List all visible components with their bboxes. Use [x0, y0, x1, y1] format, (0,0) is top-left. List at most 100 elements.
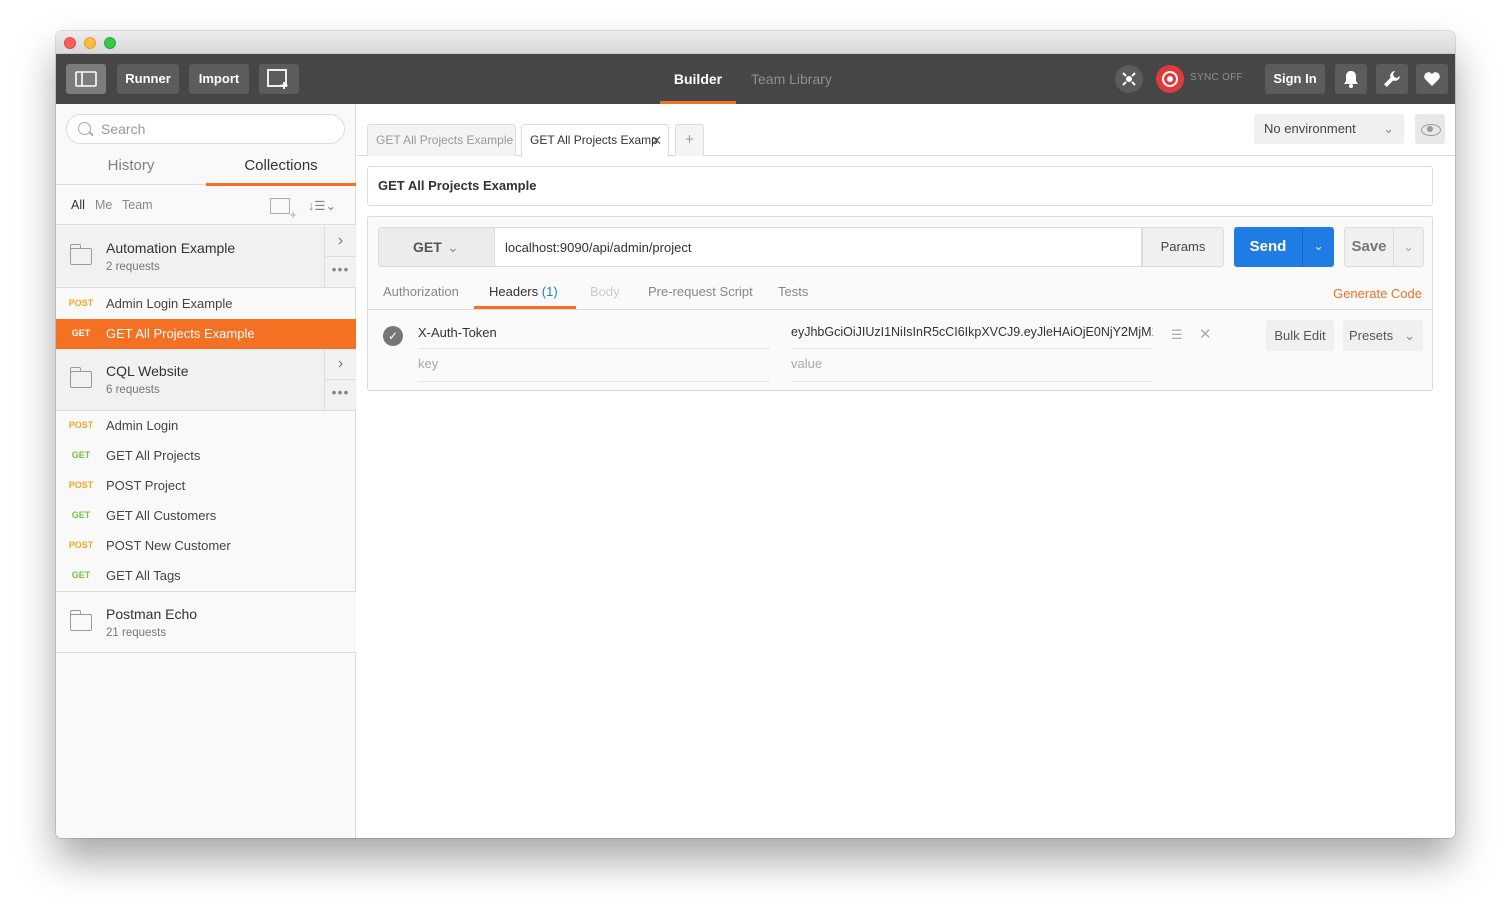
- request-name: Admin Login Example: [106, 296, 233, 311]
- send-button[interactable]: Send: [1234, 227, 1302, 267]
- header-value-field[interactable]: eyJhbGciOiJIUzI1NiIsInR5cCI6IkpXVCJ9.eyJ…: [791, 325, 1153, 349]
- filter-me[interactable]: Me: [95, 198, 112, 212]
- method-badge: POST: [68, 298, 94, 308]
- filter-all[interactable]: All: [71, 198, 85, 212]
- runner-button[interactable]: Runner: [117, 64, 179, 94]
- sidebar-toggle-button[interactable]: [66, 64, 106, 94]
- tab-headers-label: Headers: [489, 284, 539, 299]
- title-bar: [56, 31, 1455, 54]
- method-badge: GET: [71, 450, 91, 460]
- tab-prerequest-script[interactable]: Pre-request Script: [648, 284, 753, 299]
- request-tab[interactable]: GET All Projects Example: [367, 124, 516, 156]
- request-item[interactable]: GET GET All Customers: [56, 501, 356, 531]
- request-item[interactable]: GET GET All Tags: [56, 561, 356, 591]
- drag-handle-icon[interactable]: ☰: [1171, 327, 1183, 343]
- request-name: POST Project: [106, 478, 186, 493]
- new-collection-icon[interactable]: [270, 198, 297, 221]
- filter-team[interactable]: Team: [122, 198, 153, 212]
- sync-button[interactable]: [1156, 65, 1184, 93]
- builder-tab[interactable]: Builder: [660, 54, 736, 104]
- save-button[interactable]: Save: [1344, 227, 1394, 267]
- chevron-down-icon: ⌄: [1404, 328, 1415, 343]
- eye-icon[interactable]: [1415, 114, 1445, 144]
- new-header-value-field[interactable]: value: [791, 356, 1153, 382]
- request-name: POST New Customer: [106, 538, 231, 553]
- method-badge: POST: [68, 480, 94, 490]
- method-badge: POST: [68, 540, 94, 550]
- sidebar: History Collections All Me Team ↓☰⌄ Auto…: [56, 104, 356, 838]
- sort-icon[interactable]: ↓☰⌄: [308, 198, 336, 213]
- environment-label: No environment: [1264, 121, 1356, 136]
- environment-select[interactable]: No environment ⌄: [1254, 114, 1404, 144]
- collection-name: CQL Website: [106, 363, 189, 379]
- search-input[interactable]: [101, 119, 331, 139]
- close-icon[interactable]: ✕: [1199, 325, 1212, 343]
- tab-headers[interactable]: Headers (1): [474, 284, 576, 309]
- method-badge: GET: [71, 570, 91, 580]
- sidebar-tabs: History Collections: [56, 150, 356, 186]
- request-item-active[interactable]: GET GET All Projects Example: [56, 319, 356, 349]
- request-item[interactable]: GET GET All Projects: [56, 441, 356, 471]
- collection-item[interactable]: CQL Website 6 requests › •••: [56, 349, 356, 411]
- header-enabled-checkbox[interactable]: ✓: [383, 326, 403, 346]
- favorite-button[interactable]: [1416, 64, 1448, 94]
- collection-count: 21 requests: [106, 627, 167, 639]
- minimize-window-button[interactable]: [84, 37, 96, 49]
- bulk-edit-button[interactable]: Bulk Edit: [1266, 320, 1334, 351]
- collection-name: Postman Echo: [106, 606, 198, 622]
- params-button[interactable]: Params: [1142, 227, 1224, 267]
- save-dropdown-button[interactable]: ⌄: [1394, 227, 1424, 267]
- chevron-down-icon: ⌄: [447, 239, 459, 255]
- request-name: GET All Customers: [106, 508, 217, 523]
- maximize-window-button[interactable]: [104, 37, 116, 49]
- request-item[interactable]: POST POST Project: [56, 471, 356, 501]
- tab-tests[interactable]: Tests: [778, 284, 808, 299]
- request-tab-active[interactable]: GET All Projects Examp ✕: [521, 124, 669, 157]
- search-icon: [78, 122, 91, 135]
- more-icon[interactable]: •••: [324, 257, 356, 288]
- sign-in-button[interactable]: Sign In: [1265, 64, 1325, 94]
- collection-item[interactable]: Postman Echo 21 requests: [56, 591, 356, 653]
- presets-button[interactable]: Presets ⌄: [1343, 320, 1423, 351]
- request-name: GET All Projects: [106, 448, 201, 463]
- method-badge: POST: [68, 420, 94, 430]
- close-icon[interactable]: ✕: [651, 125, 662, 156]
- tab-history[interactable]: History: [56, 150, 206, 185]
- chevron-down-icon: ⌄: [1403, 240, 1414, 254]
- request-name: GET All Tags: [106, 568, 181, 583]
- tab-body[interactable]: Body: [590, 284, 620, 299]
- add-tab-button[interactable]: +: [675, 124, 704, 156]
- request-item[interactable]: POST POST New Customer: [56, 531, 356, 561]
- sync-icon: [1162, 71, 1178, 87]
- team-library-tab[interactable]: Team Library: [751, 54, 832, 104]
- send-dropdown-button[interactable]: ⌄: [1302, 227, 1334, 267]
- request-item[interactable]: POST Admin Login Example: [56, 289, 356, 319]
- interceptor-button[interactable]: [1115, 65, 1143, 93]
- import-button[interactable]: Import: [189, 64, 249, 94]
- new-window-icon: [267, 69, 288, 89]
- tab-collections[interactable]: Collections: [206, 150, 356, 186]
- new-header-key-field[interactable]: key: [418, 356, 770, 382]
- url-input[interactable]: [494, 227, 1142, 267]
- folder-icon: [69, 244, 92, 265]
- method-select[interactable]: GET ⌄: [378, 227, 494, 267]
- request-builder: GET ⌄ Params Send ⌄ Save ⌄ Authorization…: [367, 216, 1433, 391]
- chevron-right-icon[interactable]: ›: [324, 349, 356, 380]
- more-icon[interactable]: •••: [324, 380, 356, 411]
- settings-button[interactable]: [1376, 64, 1408, 94]
- close-window-button[interactable]: [64, 37, 76, 49]
- request-item[interactable]: POST Admin Login: [56, 411, 356, 441]
- notifications-button[interactable]: [1335, 64, 1367, 94]
- request-name: GET All Projects Example: [106, 326, 255, 341]
- chevron-right-icon[interactable]: ›: [324, 226, 356, 257]
- tab-authorization[interactable]: Authorization: [383, 284, 459, 299]
- new-tab-button[interactable]: [259, 64, 299, 94]
- request-subtabs: Authorization Headers (1) Body Pre-reque…: [368, 279, 1432, 310]
- generate-code-link[interactable]: Generate Code: [1333, 286, 1422, 301]
- request-title[interactable]: GET All Projects Example: [367, 166, 1433, 206]
- headers-count: (1): [541, 284, 558, 299]
- collection-item[interactable]: Automation Example 2 requests › •••: [56, 226, 356, 288]
- bell-icon: [1344, 71, 1358, 88]
- header-key-field[interactable]: X-Auth-Token: [418, 325, 770, 349]
- app-header: Runner Import Builder Team Library SYNC …: [56, 54, 1455, 104]
